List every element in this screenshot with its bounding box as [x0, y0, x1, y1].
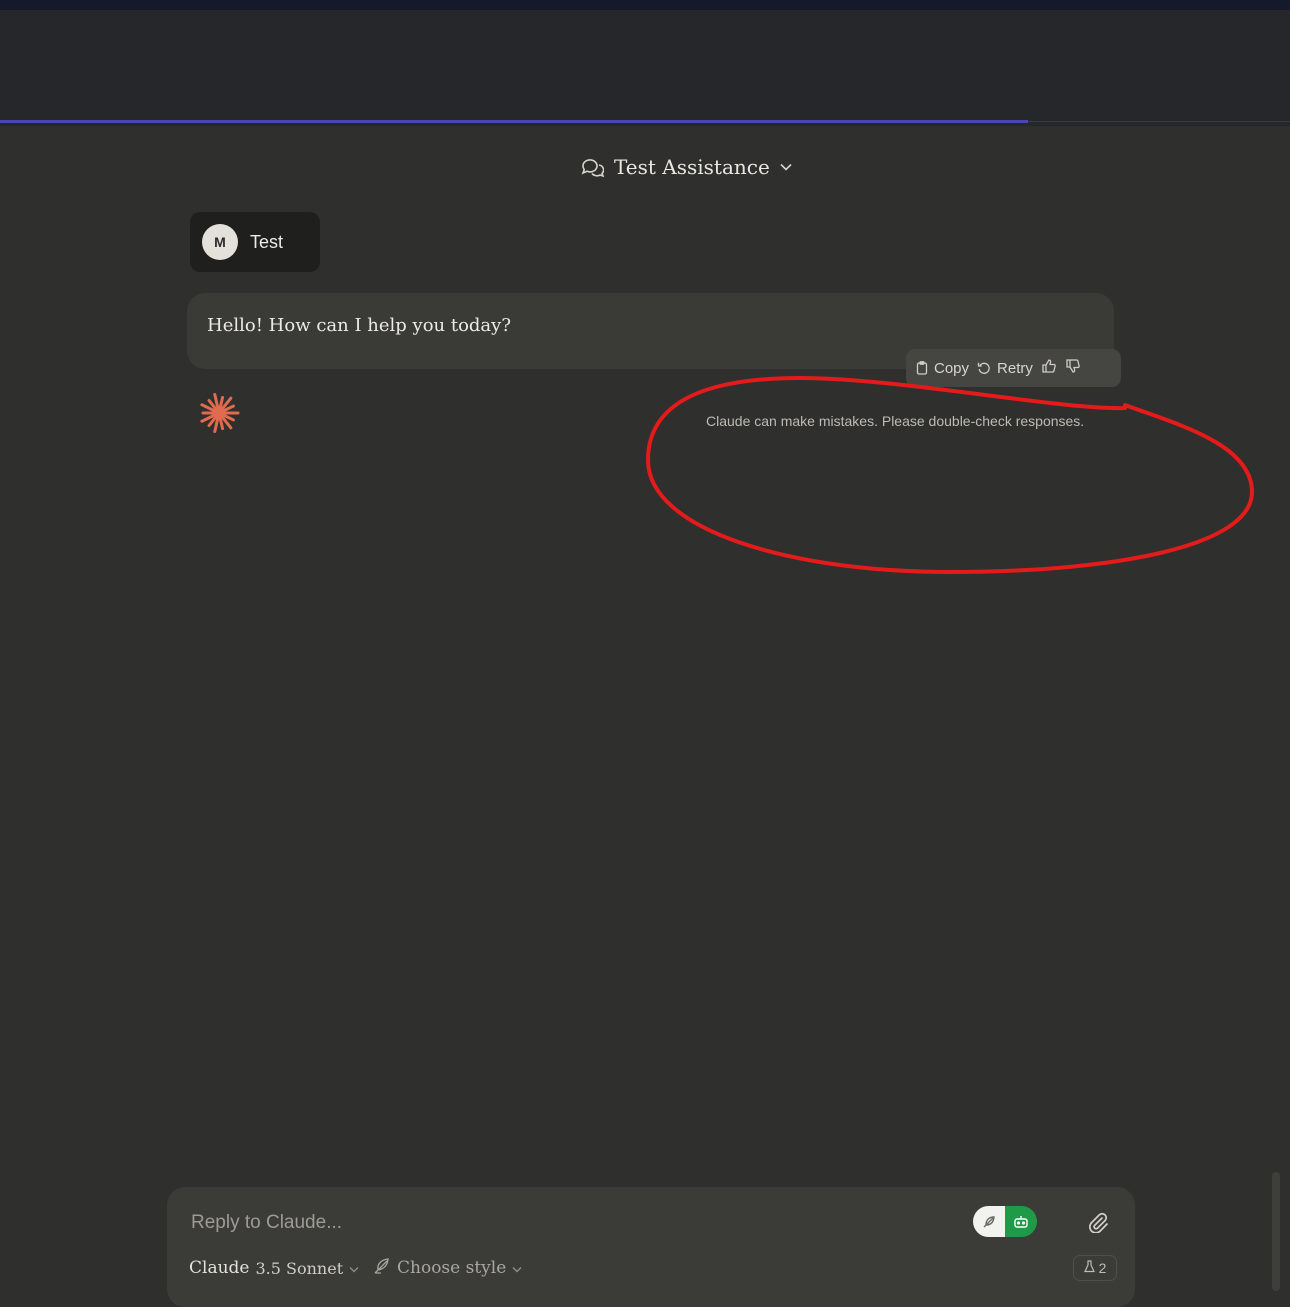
- retry-icon: [977, 361, 991, 375]
- usage-badge[interactable]: 2: [1073, 1255, 1117, 1281]
- thumbs-up-icon[interactable]: [1041, 358, 1057, 378]
- user-message-text: Test: [250, 231, 284, 252]
- retry-label: Retry: [997, 359, 1033, 377]
- chat-bubbles-icon: [580, 156, 604, 178]
- annotation-circle: [645, 375, 1255, 575]
- quill-icon: [373, 1257, 391, 1280]
- style-label: Choose style: [397, 1258, 507, 1278]
- tools-toggle[interactable]: [973, 1206, 1037, 1237]
- header-divider: [1028, 121, 1290, 122]
- chevron-down-icon: [512, 1258, 522, 1278]
- claude-logo-icon: [196, 390, 242, 441]
- thumbs-down-icon[interactable]: [1065, 358, 1081, 378]
- message-actions-bar: Copy Retry: [906, 349, 1121, 387]
- disclaimer-text: Claude can make mistakes. Please double-…: [706, 413, 1085, 429]
- chat-title-dropdown[interactable]: Test Assistance: [580, 150, 792, 184]
- copy-button[interactable]: Copy: [916, 360, 969, 377]
- assistant-message-text: Hello! How can I help you today?: [207, 315, 511, 336]
- retry-button[interactable]: Retry: [977, 360, 1033, 377]
- style-selector[interactable]: Choose style: [373, 1256, 522, 1280]
- model-selector[interactable]: Claude 3.5 Sonnet: [189, 1256, 359, 1280]
- composer: Claude 3.5 Sonnet Choose style 2: [167, 1187, 1135, 1307]
- clipboard-icon: [916, 361, 928, 375]
- usage-count: 2: [1098, 1260, 1107, 1276]
- copy-label: Copy: [934, 359, 970, 377]
- scrollbar[interactable]: [1272, 1172, 1280, 1291]
- avatar[interactable]: M: [202, 224, 238, 260]
- chevron-down-icon: [780, 163, 792, 171]
- chat-title-text: Test Assistance: [614, 155, 770, 179]
- model-version: 3.5 Sonnet: [255, 1258, 344, 1278]
- chevron-down-icon: [349, 1258, 359, 1278]
- feather-icon: [973, 1206, 1005, 1237]
- header-band: [0, 10, 1290, 126]
- user-message: M Test: [190, 212, 320, 272]
- flask-icon: [1083, 1260, 1095, 1276]
- paperclip-icon[interactable]: [1087, 1211, 1109, 1238]
- model-name: Claude: [189, 1258, 250, 1278]
- top-bar: [0, 0, 1290, 10]
- loading-progress-bar: [0, 120, 1028, 123]
- reply-input[interactable]: [189, 1207, 893, 1239]
- robot-icon: [1005, 1206, 1037, 1237]
